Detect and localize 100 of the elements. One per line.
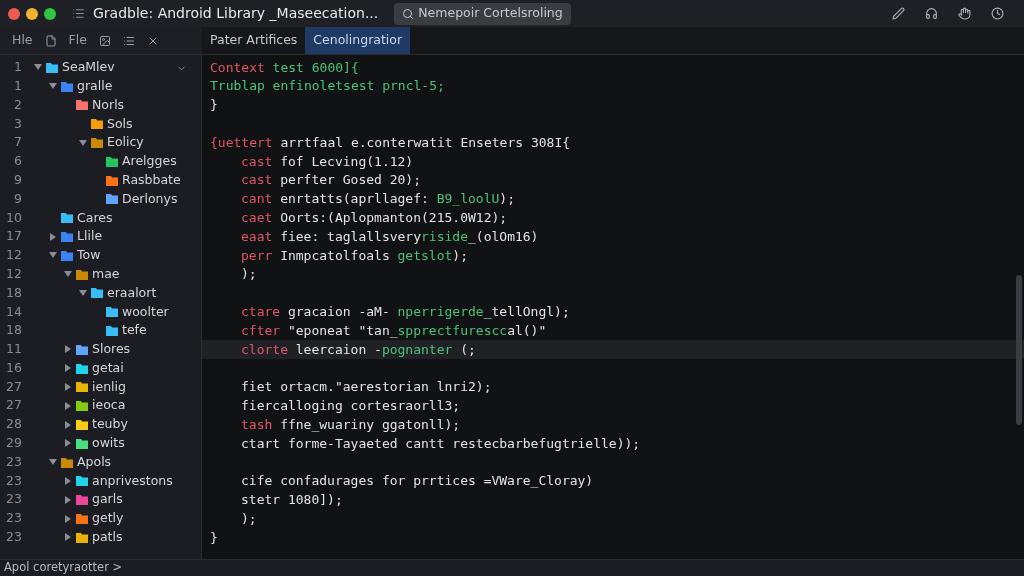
code-line: cant enrtatts(aprllagef: B9_loolU);	[241, 190, 515, 209]
tree-item[interactable]: Sols	[107, 117, 133, 131]
tree-item[interactable]: getly	[92, 512, 124, 525]
tree-item[interactable]: ieoca	[92, 399, 126, 412]
line-number: 11	[5, 343, 23, 356]
line-number: 6	[13, 155, 23, 168]
tree-item[interactable]: garls	[92, 493, 123, 506]
tree-item[interactable]: Slores	[92, 343, 131, 356]
line-number: 12	[5, 249, 23, 262]
code-line: );	[241, 265, 257, 284]
tree-item[interactable]: mae	[92, 267, 120, 281]
line-number: 2	[13, 98, 23, 112]
collapsed-arrow-icon[interactable]	[64, 439, 72, 448]
line-number: 23	[5, 531, 23, 544]
line-number: 10	[5, 211, 23, 224]
expanded-arrow-icon[interactable]	[79, 288, 87, 297]
collapsed-arrow-icon[interactable]	[64, 382, 72, 391]
line-number: 9	[13, 173, 23, 187]
tree-item[interactable]: ienlig	[92, 380, 126, 394]
clock-icon[interactable]	[991, 7, 1004, 20]
tree-item[interactable]: Rasbbate	[122, 173, 181, 187]
collapsed-arrow-icon[interactable]	[64, 364, 72, 373]
editor-tab[interactable]: Cenolingratior	[305, 27, 411, 54]
line-number: 1	[13, 79, 23, 93]
code-line: fiercalloging cortesraorll3;	[241, 397, 461, 415]
pen-icon[interactable]	[892, 7, 905, 20]
line-number: 29	[5, 437, 23, 450]
line-number: 27	[5, 380, 23, 394]
code-line: Context test 6000]{	[210, 58, 359, 77]
minimize-button[interactable]	[26, 7, 38, 20]
tree-item[interactable]: woolter	[122, 305, 169, 318]
tree-item[interactable]: patls	[92, 531, 123, 544]
image-icon[interactable]	[98, 34, 111, 47]
code-line: }	[210, 96, 218, 115]
line-number: 18	[5, 286, 23, 300]
expanded-arrow-icon[interactable]	[34, 63, 42, 72]
collapsed-arrow-icon[interactable]	[64, 345, 72, 354]
tree-item[interactable]: gralle	[77, 79, 113, 93]
line-number: 1	[13, 61, 23, 74]
tree-item[interactable]: getai	[92, 361, 124, 375]
tree-item[interactable]: owits	[92, 437, 125, 450]
tree-item[interactable]: tefe	[122, 324, 147, 337]
expanded-arrow-icon[interactable]	[64, 270, 72, 279]
code-line: perr Inmpcatolfoals getslot);	[241, 246, 468, 265]
code-line: eaat fiee: taglallsveryriside_(olOm16)	[241, 227, 539, 246]
search-tab[interactable]: Nemepoir Cortelsroling	[394, 2, 571, 25]
collapsed-arrow-icon[interactable]	[64, 476, 72, 485]
maximize-button[interactable]	[44, 7, 56, 20]
tree-item[interactable]: eraalort	[107, 286, 157, 300]
code-line: ctart forme-Tayaeted cantt restecbarbefugtrielle));	[241, 434, 641, 453]
code-line: tash ffne_wuariny ggatonll);	[241, 415, 461, 434]
line-number: 16	[5, 361, 23, 375]
expanded-arrow-icon[interactable]	[79, 138, 87, 147]
collapsed-arrow-icon[interactable]	[49, 232, 57, 241]
close-button[interactable]	[8, 7, 20, 20]
tree-item[interactable]: Llile	[77, 230, 103, 243]
tree-item[interactable]: anprivestons	[92, 474, 173, 488]
tree-item[interactable]: Norls	[92, 98, 125, 112]
list-icon[interactable]	[122, 34, 135, 47]
collapsed-arrow-icon[interactable]	[64, 514, 72, 523]
tree-item[interactable]: teuby	[92, 418, 128, 431]
collapsed-arrow-icon[interactable]	[64, 495, 72, 504]
code-line: stetr 1080]);	[241, 491, 343, 509]
headphones-icon[interactable]	[925, 7, 938, 20]
code-line: clorte leercaion -pognanter (;	[241, 340, 476, 359]
line-number: 23	[5, 455, 23, 469]
layout-icon[interactable]	[72, 7, 85, 20]
file-icon[interactable]	[44, 34, 57, 47]
line-number: 3	[13, 117, 23, 131]
collapsed-arrow-icon[interactable]	[64, 533, 72, 542]
breadcrumb[interactable]: Apol coretyraotter >	[4, 559, 123, 576]
line-number: 7	[13, 136, 23, 149]
code-line: ctare gracaion -aM- nperrigerde_tellOngl);	[241, 303, 570, 321]
tree-item[interactable]: Cares	[77, 211, 113, 224]
code-line: }	[210, 528, 218, 547]
expanded-arrow-icon[interactable]	[49, 251, 57, 260]
code-line: cast perfter Gosed 20);	[241, 171, 422, 190]
scrollbar[interactable]	[1016, 275, 1022, 425]
tree-item[interactable]: SeaMlev	[62, 61, 115, 74]
tree-item[interactable]: Apols	[77, 455, 112, 469]
tree-item[interactable]: Eolicy	[107, 136, 144, 149]
expanded-arrow-icon[interactable]	[49, 458, 57, 467]
line-number: 23	[5, 493, 23, 506]
window-title: Gradble: Android Library _Maseecation...	[93, 4, 379, 23]
line-number: 18	[5, 324, 23, 337]
collapsed-arrow-icon[interactable]	[64, 401, 72, 410]
code-line: caet Oorts:(Aplopmanton(215.0W12);	[241, 209, 508, 228]
toolbar-item[interactable]: Fle	[68, 31, 87, 50]
expanded-arrow-icon[interactable]	[49, 82, 57, 91]
tree-item[interactable]: Derlonys	[122, 192, 178, 206]
collapsed-arrow-icon[interactable]	[64, 420, 72, 429]
tree-item[interactable]: Arelgges	[122, 155, 177, 168]
hand-icon[interactable]	[958, 7, 971, 20]
code-line: cast fof Lecving(1.12)	[241, 152, 414, 171]
toolbar-item[interactable]: Hle	[12, 31, 33, 50]
line-number: 12	[5, 267, 23, 281]
tree-item[interactable]: Tow	[77, 249, 101, 262]
code-line: cife confadurages for prrtices =VWare_Cloray)	[241, 472, 594, 491]
line-number: 9	[13, 192, 23, 206]
search-icon	[402, 7, 415, 20]
